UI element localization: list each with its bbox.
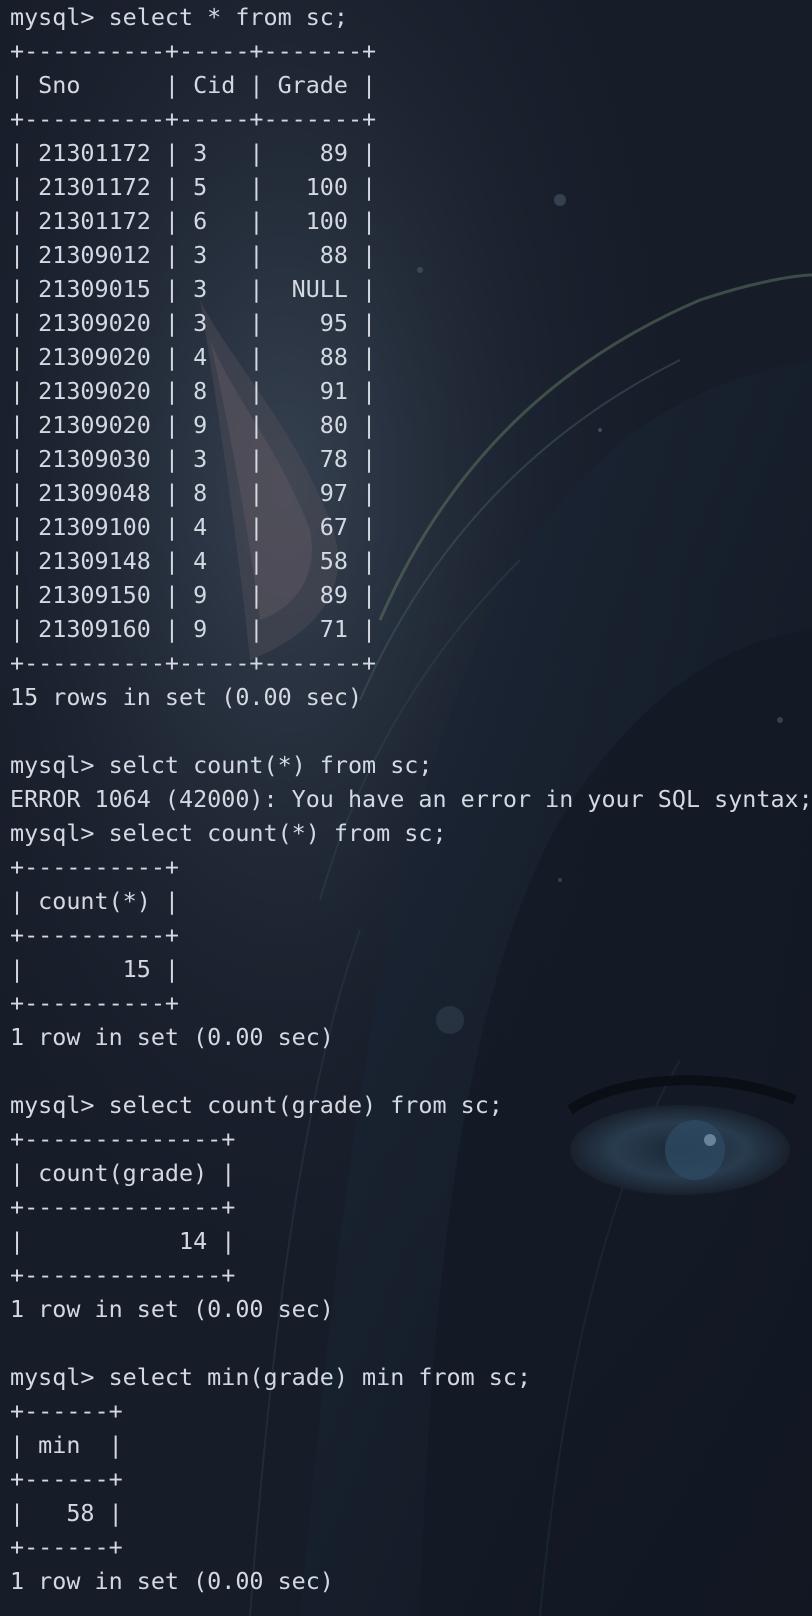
- terminal-line: mysql> select min(grade) min from sc;: [10, 1363, 532, 1391]
- terminal-line: +--------------+: [10, 1193, 236, 1221]
- terminal-line: | 21309020 | 3 | 95 |: [10, 309, 377, 337]
- terminal-line: | 21309030 | 3 | 78 |: [10, 445, 377, 473]
- terminal-line: +--------------+: [10, 1261, 236, 1289]
- terminal-line: +----------+-----+-------+: [10, 649, 377, 677]
- terminal-line: mysql> select count(*) from sc;: [10, 819, 447, 847]
- terminal-line: 1 row in set (0.00 sec): [10, 1023, 334, 1051]
- terminal-line: 1 row in set (0.00 sec): [10, 1295, 334, 1323]
- terminal-line: +------+: [10, 1465, 123, 1493]
- terminal-output[interactable]: mysql> select * from sc; +----------+----…: [10, 0, 812, 1616]
- terminal-line: | 21309048 | 8 | 97 |: [10, 479, 377, 507]
- terminal-line: ERROR 1064 (42000): You have an error in…: [10, 785, 812, 813]
- terminal-line: | 15 |: [10, 955, 179, 983]
- terminal-line: +----------+-----+-------+: [10, 37, 377, 65]
- terminal-line: +--------------+: [10, 1125, 236, 1153]
- terminal-line: +------+: [10, 1533, 123, 1561]
- terminal-line: | 14 |: [10, 1227, 236, 1255]
- terminal-line: mysql> select count(grade) from sc;: [10, 1091, 503, 1119]
- terminal-line: +----------+: [10, 853, 179, 881]
- terminal-line: | min |: [10, 1431, 123, 1459]
- terminal-line: mysql> select * from sc;: [10, 3, 348, 31]
- terminal-line: +------+: [10, 1397, 123, 1425]
- terminal-line: | 21309160 | 9 | 71 |: [10, 615, 377, 643]
- terminal-line: | Sno | Cid | Grade |: [10, 71, 377, 99]
- terminal-line: | 21309020 | 8 | 91 |: [10, 377, 377, 405]
- terminal-line: | 21309150 | 9 | 89 |: [10, 581, 377, 609]
- terminal-line: | count(*) |: [10, 887, 179, 915]
- terminal-line: mysql> selct count(*) from sc;: [10, 751, 433, 779]
- terminal-line: | 21309020 | 4 | 88 |: [10, 343, 377, 371]
- terminal-line: +----------+: [10, 921, 179, 949]
- terminal-line: 15 rows in set (0.00 sec): [10, 683, 363, 711]
- terminal-line: +----------+: [10, 989, 179, 1017]
- terminal-line: +----------+-----+-------+: [10, 105, 377, 133]
- terminal-line: | 21309020 | 9 | 80 |: [10, 411, 377, 439]
- terminal-line: | 21309100 | 4 | 67 |: [10, 513, 377, 541]
- terminal-line: | 21301172 | 3 | 89 |: [10, 139, 377, 167]
- terminal-line: | count(grade) |: [10, 1159, 236, 1187]
- terminal-line: | 21301172 | 5 | 100 |: [10, 173, 377, 201]
- terminal-line: | 21301172 | 6 | 100 |: [10, 207, 377, 235]
- terminal-line: | 58 |: [10, 1499, 123, 1527]
- terminal-line: | 21309015 | 3 | NULL |: [10, 275, 377, 303]
- terminal-line: | 21309012 | 3 | 88 |: [10, 241, 377, 269]
- terminal-line: 1 row in set (0.00 sec): [10, 1567, 334, 1595]
- terminal-line: | 21309148 | 4 | 58 |: [10, 547, 377, 575]
